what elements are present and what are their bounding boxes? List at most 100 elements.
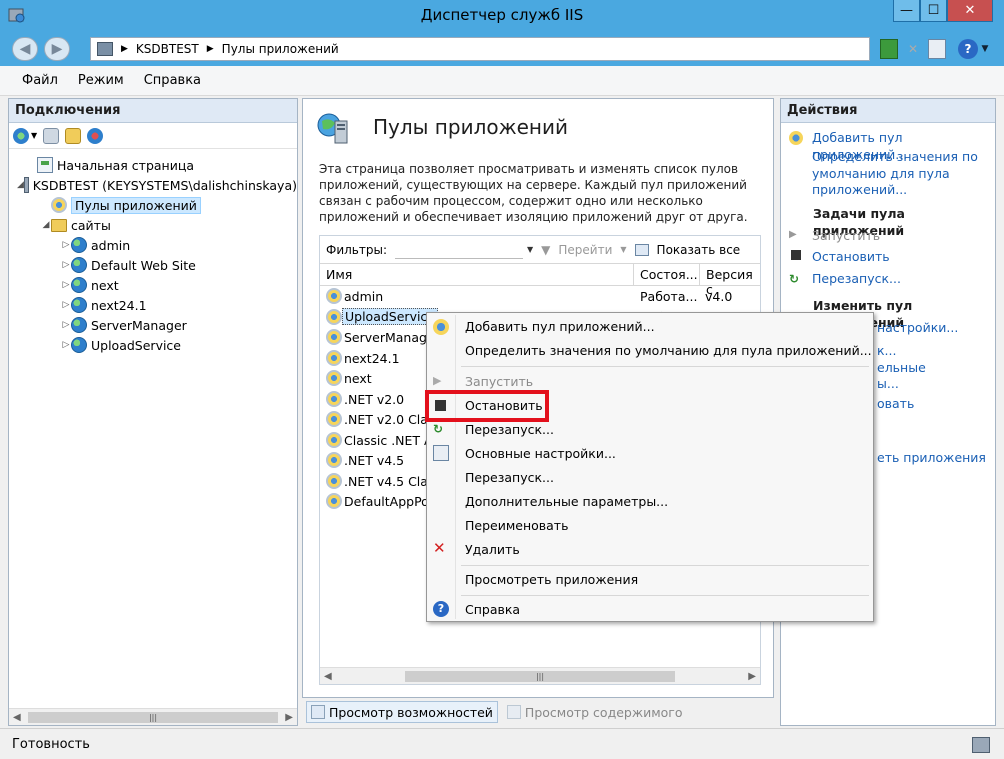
menu-view[interactable]: Режим — [78, 73, 124, 88]
filter-input[interactable] — [395, 241, 523, 259]
home-icon[interactable] — [928, 39, 946, 59]
app-pool-icon — [326, 452, 342, 468]
collapsed-chevron-icon[interactable]: ▷ — [61, 300, 71, 310]
app-pool-icon — [326, 493, 342, 509]
menu-item-add-pool[interactable]: Добавить пул приложений... — [465, 319, 655, 334]
tree-item-start-page[interactable]: Начальная страница — [9, 155, 297, 175]
app-pool-icon — [51, 197, 67, 213]
crumb-separator: ▶ — [121, 44, 128, 54]
collapsed-chevron-icon[interactable]: ▷ — [61, 280, 71, 290]
up-level-icon[interactable] — [65, 127, 82, 144]
funnel-icon: ▼ — [541, 242, 551, 257]
globe-icon — [71, 237, 87, 253]
stop-nav-icon[interactable]: ✕ — [904, 39, 922, 59]
menu-item-advanced-settings[interactable]: Дополнительные параметры... — [465, 494, 668, 509]
column-headers: Имя Состоя... Версия с — [320, 264, 760, 297]
tab-content-view[interactable]: Просмотр содержимого — [502, 701, 688, 723]
go-dropdown-chevron-icon[interactable]: ▼ — [620, 245, 626, 254]
go-button[interactable]: Перейти — [558, 243, 612, 257]
menu-item-set-defaults[interactable]: Определить значения по умолчанию для пул… — [465, 343, 872, 358]
annotation-highlight-box — [425, 390, 549, 422]
add-pool-icon — [433, 319, 449, 335]
address-bar[interactable]: ▶ KSDBTEST ▶ Пулы приложений — [90, 37, 870, 61]
expanded-chevron-icon[interactable]: ◢ — [41, 220, 51, 230]
restart-icon: ↻ — [789, 272, 800, 286]
refresh-icon[interactable] — [880, 39, 898, 59]
breadcrumb-app-pools[interactable]: Пулы приложений — [222, 42, 339, 56]
scrollbar-thumb[interactable]: ||| — [28, 711, 278, 723]
delete-connection-icon[interactable] — [87, 127, 104, 144]
tab-features-view[interactable]: Просмотр возможностей — [306, 701, 498, 723]
maximize-button[interactable]: ☐ — [920, 0, 947, 22]
horizontal-scrollbar[interactable]: ◀ ||| ▶ — [9, 708, 297, 725]
crumb-separator: ▶ — [206, 44, 214, 54]
close-button[interactable]: ✕ — [947, 0, 993, 22]
collapsed-chevron-icon[interactable]: ▷ — [61, 260, 71, 270]
app-pool-icon — [326, 288, 342, 304]
action-rename[interactable]: овать — [877, 396, 914, 413]
menu-item-help[interactable]: Справка — [465, 602, 520, 617]
filter-bar: Фильтры: ▼ ▼ Перейти ▼ Показать все — [320, 236, 760, 264]
help-dropdown-chevron-icon[interactable]: ▼ — [980, 39, 990, 59]
help-icon[interactable]: ? — [958, 39, 978, 59]
back-button[interactable]: ◀ — [12, 37, 38, 61]
app-pool-icon — [326, 370, 342, 386]
menu-item-restart[interactable]: Перезапуск... — [465, 422, 554, 437]
menu-help[interactable]: Справка — [144, 73, 201, 88]
action-basic-settings[interactable]: настройки... — [877, 320, 958, 337]
tree-item-site-servermanager[interactable]: ▷ ServerManager — [9, 315, 297, 335]
folder-icon — [51, 218, 67, 232]
action-set-defaults[interactable]: Определить значения по умолчанию для пул… — [812, 149, 987, 199]
menu-item-basic-settings[interactable]: Основные настройки... — [465, 446, 616, 461]
action-restart[interactable]: Перезапуск... — [812, 271, 901, 288]
list-horizontal-scrollbar[interactable]: ◀ ||| ▶ — [320, 667, 760, 684]
action-recycling[interactable]: к... — [877, 343, 896, 360]
tree-item-sites[interactable]: ◢ сайты — [9, 215, 297, 235]
action-start: Запустить — [812, 228, 881, 243]
app-pool-icon — [326, 411, 342, 427]
forward-button[interactable]: ▶ — [44, 37, 70, 61]
scroll-right-icon[interactable]: ▶ — [748, 671, 756, 682]
collapsed-chevron-icon[interactable]: ▷ — [61, 340, 71, 350]
page-title: Пулы приложений — [373, 115, 568, 139]
collapsed-chevron-icon[interactable]: ▷ — [61, 320, 71, 330]
save-icon[interactable] — [43, 127, 60, 144]
view-tabs: Просмотр возможностей Просмотр содержимо… — [306, 700, 688, 724]
tree-item-server[interactable]: ◢ KSDBTEST (KEYSYSTEMS\dalishchinskaya) — [9, 175, 297, 195]
scrollbar-thumb[interactable]: ||| — [405, 670, 675, 682]
tree-item-site-admin[interactable]: ▷ admin — [9, 235, 297, 255]
tree-item-site-next[interactable]: ▷ next — [9, 275, 297, 295]
scroll-right-icon[interactable]: ▶ — [285, 712, 293, 723]
menu-item-rename[interactable]: Переименовать — [465, 518, 568, 533]
menu-file[interactable]: Файл — [22, 73, 58, 88]
add-pool-icon — [789, 131, 803, 145]
column-state[interactable]: Состоя... — [640, 267, 698, 282]
tree-item-site-uploadservice[interactable]: ▷ UploadService — [9, 335, 297, 355]
tree-item-site-next24[interactable]: ▷ next24.1 — [9, 295, 297, 315]
globe-icon — [71, 297, 87, 313]
show-all-button[interactable]: Показать все — [657, 243, 741, 257]
app-pool-icon — [326, 390, 342, 407]
action-advanced-settings[interactable]: ельные — [877, 360, 926, 377]
breadcrumb-server[interactable]: KSDBTEST — [136, 42, 199, 56]
action-advanced-settings-2[interactable]: ы... — [877, 376, 899, 393]
column-name[interactable]: Имя — [326, 267, 352, 282]
chevron-down-icon[interactable]: ▼ — [31, 131, 37, 140]
action-stop[interactable]: Остановить — [812, 249, 890, 266]
action-view-applications[interactable]: еть приложения — [877, 450, 986, 467]
scroll-left-icon[interactable]: ◀ — [13, 712, 21, 723]
expanded-chevron-icon[interactable]: ◢ — [17, 180, 24, 190]
tree-item-site-default[interactable]: ▷ Default Web Site — [9, 255, 297, 275]
connect-icon[interactable] — [13, 127, 29, 144]
globe-icon — [71, 277, 87, 293]
filter-dropdown-chevron-icon[interactable]: ▼ — [527, 245, 533, 254]
scroll-left-icon[interactable]: ◀ — [324, 671, 332, 682]
menu-item-recycling[interactable]: Перезапуск... — [465, 470, 554, 485]
menu-item-view-applications[interactable]: Просмотреть приложения — [465, 572, 638, 587]
server-icon — [23, 177, 29, 193]
collapsed-chevron-icon[interactable]: ▷ — [61, 240, 71, 250]
menu-item-delete[interactable]: Удалить — [465, 542, 520, 557]
minimize-button[interactable]: — — [893, 0, 920, 22]
tree-item-app-pools[interactable]: Пулы приложений — [9, 195, 297, 215]
table-row[interactable]: admin Работа... v4.0 — [320, 286, 760, 307]
